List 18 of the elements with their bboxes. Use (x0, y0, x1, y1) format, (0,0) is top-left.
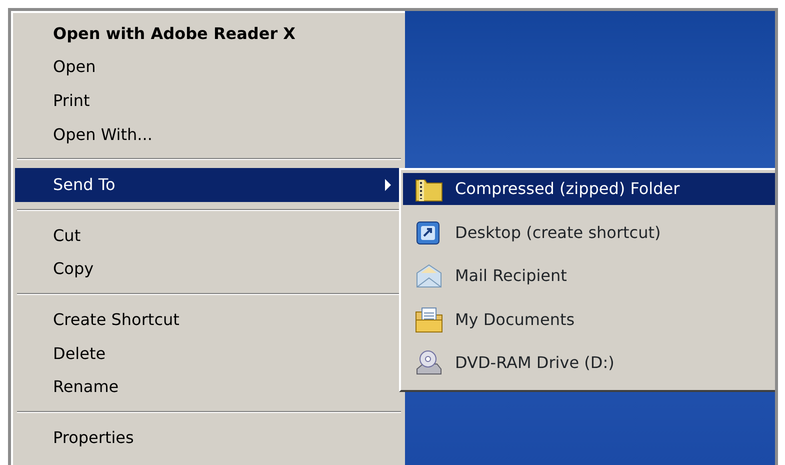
submenu-item[interactable]: DVD-RAM Drive (D:) (403, 342, 775, 385)
disc-drive-icon (415, 349, 443, 378)
menu-item[interactable]: Open (15, 50, 403, 84)
submenu-item[interactable]: Desktop (create shortcut) (403, 211, 775, 254)
menu-item[interactable]: Rename (15, 370, 403, 404)
menu-item[interactable]: Properties (15, 420, 403, 455)
menu-item[interactable]: Print (15, 84, 403, 118)
folder-document-icon (415, 306, 443, 333)
menu-item[interactable]: Create Shortcut (15, 303, 403, 337)
submenu-item[interactable]: My Documents (403, 298, 775, 342)
menu-item[interactable]: Cut (15, 218, 403, 253)
menu-item[interactable]: Delete (15, 336, 403, 370)
menu-item[interactable]: Open with Adobe Reader X (15, 17, 403, 51)
envelope-icon (415, 263, 443, 290)
menu-item[interactable]: Copy (15, 252, 403, 286)
submenu-item[interactable]: Compressed (zipped) Folder (403, 173, 775, 205)
menu-item[interactable]: Open With... (15, 118, 403, 152)
submenu-item[interactable]: Mail Recipient (403, 254, 775, 298)
